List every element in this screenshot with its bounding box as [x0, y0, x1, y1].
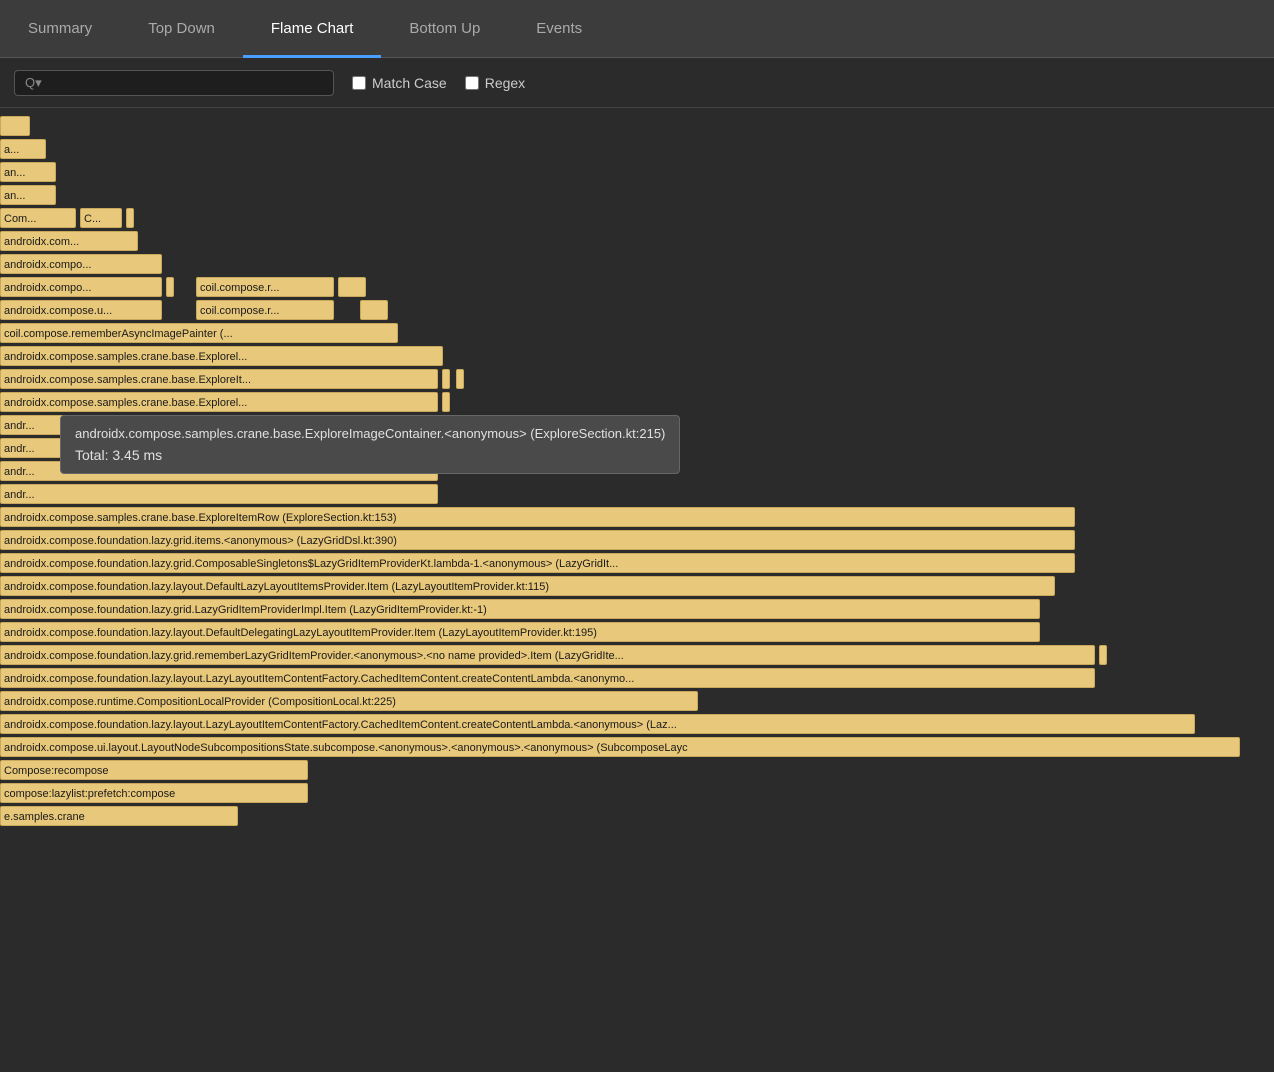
tooltip-total: Total: 3.45 ms: [75, 447, 665, 463]
flame-block[interactable]: [126, 208, 134, 228]
flame-row: androidx.compose.samples.crane.base.Expl…: [0, 369, 1274, 391]
flame-block[interactable]: androidx.compose.foundation.lazy.layout.…: [0, 622, 1040, 642]
tab-bar: Summary Top Down Flame Chart Bottom Up E…: [0, 0, 1274, 58]
flame-block[interactable]: Com...: [0, 208, 76, 228]
flame-block[interactable]: androidx.compose.foundation.lazy.grid.Co…: [0, 553, 1075, 573]
flame-row: androidx.compo...: [0, 254, 1274, 276]
flame-block[interactable]: androidx.compose.foundation.lazy.grid.re…: [0, 645, 1095, 665]
flame-block[interactable]: androidx.compose.samples.crane.base.Expl…: [0, 507, 1075, 527]
flame-row: androidx.compose.samples.crane.base.Expl…: [0, 507, 1274, 529]
flame-row: compose:lazylist:prefetch:compose: [0, 783, 1274, 805]
flame-chart-area[interactable]: a... an... an... Com... C... androidx.co…: [0, 108, 1274, 1072]
flame-row: a...: [0, 139, 1274, 161]
flame-block[interactable]: androidx.compose.samples.crane.base.Expl…: [0, 369, 438, 389]
flame-block[interactable]: C...: [80, 208, 122, 228]
flame-row: androidx.compose.foundation.lazy.grid.La…: [0, 599, 1274, 621]
flame-block[interactable]: androidx.compose.foundation.lazy.grid.it…: [0, 530, 1075, 550]
flame-block[interactable]: [338, 277, 366, 297]
flame-block[interactable]: andr...: [0, 484, 438, 504]
flame-block[interactable]: androidx.compose.runtime.CompositionLoca…: [0, 691, 698, 711]
tab-events[interactable]: Events: [508, 1, 610, 58]
flame-row: androidx.compose.samples.crane.base.Expl…: [0, 346, 1274, 368]
flame-block[interactable]: compose:lazylist:prefetch:compose: [0, 783, 308, 803]
flame-block[interactable]: [442, 392, 450, 412]
search-wrapper: Q▾: [14, 70, 334, 96]
flame-block[interactable]: androidx.compose.ui.layout.LayoutNodeSub…: [0, 737, 1240, 757]
flame-row: androidx.compose.runtime.CompositionLoca…: [0, 691, 1274, 713]
flame-row: androidx.compose.foundation.lazy.layout.…: [0, 668, 1274, 690]
search-icon: Q▾: [25, 75, 42, 91]
flame-row: androidx.compose.foundation.lazy.layout.…: [0, 714, 1274, 736]
flame-block[interactable]: androidx.compo...: [0, 254, 162, 274]
flame-row: androidx.compose.samples.crane.base.Expl…: [0, 392, 1274, 414]
flame-block[interactable]: androidx.com...: [0, 231, 138, 251]
flame-block[interactable]: androidx.compose.foundation.lazy.layout.…: [0, 576, 1055, 596]
match-case-checkbox[interactable]: [352, 76, 366, 90]
flame-block[interactable]: an...: [0, 162, 56, 182]
flame-block[interactable]: [1099, 645, 1107, 665]
flame-block[interactable]: coil.compose.rememberAsyncImagePainter (…: [0, 323, 398, 343]
flame-row: andr...: [0, 484, 1274, 506]
flame-row: an...: [0, 162, 1274, 184]
flame-block[interactable]: [456, 369, 464, 389]
flame-block[interactable]: androidx.compose.u...: [0, 300, 162, 320]
flame-block[interactable]: a...: [0, 139, 46, 159]
flame-block[interactable]: androidx.compose.foundation.lazy.layout.…: [0, 714, 1195, 734]
tab-flame-chart[interactable]: Flame Chart: [243, 1, 382, 58]
flame-row: Com... C...: [0, 208, 1274, 230]
search-bar: Q▾ Match Case Regex: [0, 58, 1274, 108]
flame-row: androidx.compose.foundation.lazy.layout.…: [0, 576, 1274, 598]
tab-summary[interactable]: Summary: [0, 1, 120, 58]
flame-row: coil.compose.rememberAsyncImagePainter (…: [0, 323, 1274, 345]
tab-top-down[interactable]: Top Down: [120, 1, 243, 58]
flame-row: androidx.com...: [0, 231, 1274, 253]
flame-row: e.samples.crane: [0, 806, 1274, 828]
flame-row: androidx.compose.foundation.lazy.layout.…: [0, 622, 1274, 644]
flame-row: an...: [0, 185, 1274, 207]
flame-row: androidx.compose.u... coil.compose.r...: [0, 300, 1274, 322]
flame-block[interactable]: [166, 277, 174, 297]
flame-block[interactable]: androidx.compose.foundation.lazy.layout.…: [0, 668, 1095, 688]
tooltip-title: androidx.compose.samples.crane.base.Expl…: [75, 426, 665, 441]
regex-checkbox[interactable]: [465, 76, 479, 90]
flame-block[interactable]: coil.compose.r...: [196, 277, 334, 297]
flame-block[interactable]: androidx.compose.samples.crane.base.Expl…: [0, 346, 443, 366]
flame-block[interactable]: [0, 116, 30, 136]
flame-row: androidx.compo... coil.compose.r...: [0, 277, 1274, 299]
flame-row: androidx.compose.foundation.lazy.grid.Co…: [0, 553, 1274, 575]
flame-block[interactable]: Compose:recompose: [0, 760, 308, 780]
flame-row: androidx.compose.foundation.lazy.grid.it…: [0, 530, 1274, 552]
flame-row: andr... androidx.compose.samples.crane.b…: [0, 415, 1274, 437]
regex-option[interactable]: Regex: [465, 75, 525, 91]
search-input[interactable]: [48, 75, 323, 90]
flame-row: androidx.compose.ui.layout.LayoutNodeSub…: [0, 737, 1274, 759]
flame-block[interactable]: androidx.compo...: [0, 277, 162, 297]
tab-bottom-up[interactable]: Bottom Up: [381, 1, 508, 58]
flame-row: [0, 116, 1274, 138]
flame-block[interactable]: coil.compose.r...: [196, 300, 334, 320]
flame-block[interactable]: an...: [0, 185, 56, 205]
flame-row: androidx.compose.foundation.lazy.grid.re…: [0, 645, 1274, 667]
flame-row: Compose:recompose: [0, 760, 1274, 782]
flame-block[interactable]: androidx.compose.samples.crane.base.Expl…: [0, 392, 438, 412]
flame-block[interactable]: [360, 300, 388, 320]
flame-tooltip: androidx.compose.samples.crane.base.Expl…: [60, 415, 680, 474]
match-case-option[interactable]: Match Case: [352, 75, 447, 91]
flame-block[interactable]: e.samples.crane: [0, 806, 238, 826]
flame-block[interactable]: androidx.compose.foundation.lazy.grid.La…: [0, 599, 1040, 619]
flame-block[interactable]: [442, 369, 450, 389]
